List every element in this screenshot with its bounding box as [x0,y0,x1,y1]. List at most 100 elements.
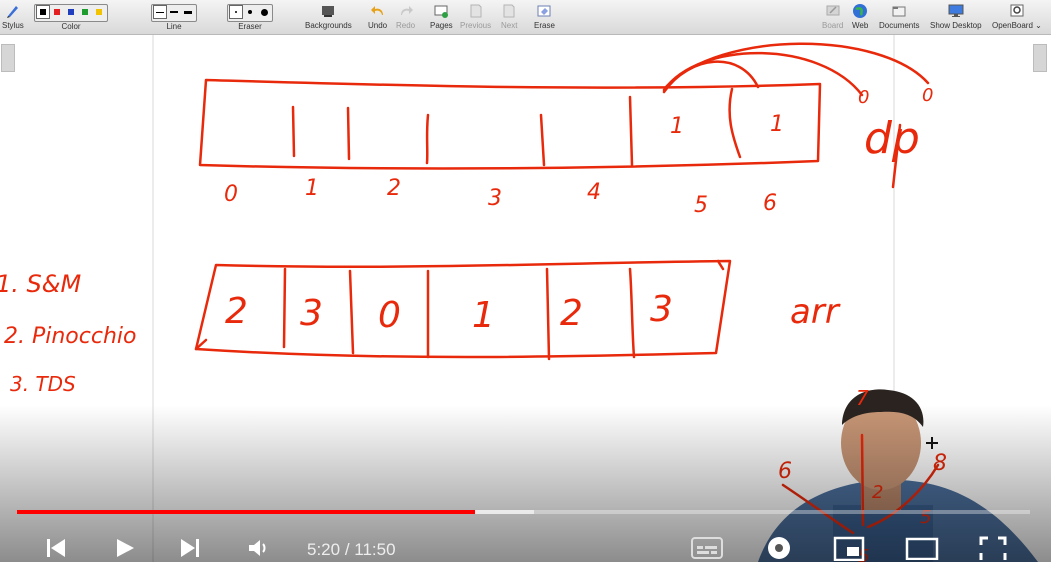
time-display: 5:20 / 11:50 [307,540,396,560]
subtitles-button[interactable] [690,534,724,562]
arr-value-1: 3 [300,293,323,334]
board-label: Board [822,21,844,30]
previous-button[interactable]: Previous [460,1,491,33]
stylus-label: Stylus [2,21,24,30]
next-video-button[interactable] [176,534,204,562]
next-button[interactable]: Next [501,1,517,33]
line-medium-option[interactable] [168,6,180,18]
monitor-icon [948,3,964,19]
duration: 11:50 [354,540,396,559]
arr-value-2: 0 [378,295,401,336]
globe-icon [852,3,868,19]
erase-label: Erase [534,21,555,30]
board-icon [825,3,841,19]
color-swatch-red[interactable] [51,6,63,18]
arr-value-0: 2 [225,291,248,332]
board-button[interactable]: Board [822,1,843,33]
dp-cell-5-value: 1 [670,114,684,139]
play-button[interactable] [110,534,138,562]
dp-index-4: 4 [587,180,601,205]
documents-button[interactable]: Documents [879,1,919,33]
settings-button[interactable] [763,534,795,562]
eraser-large-option[interactable] [258,6,270,18]
next-label: Next [501,21,518,30]
dp-cell-divider [628,95,634,167]
list-item-2: 2. Pinocchio [4,324,136,349]
arr-cell-divider [628,267,636,359]
openboard-label: OpenBoard ⌄ [992,21,1042,30]
dp-cell-divider [539,113,546,167]
pages-button[interactable]: Pages [430,1,453,33]
skip-previous-icon [47,539,65,557]
dp-arrow-target-7: 0 [858,87,869,108]
line-width-options [151,4,197,22]
dp-index-6: 6 [763,191,777,216]
color-swatches [34,4,108,22]
undo-button[interactable]: Undo [368,1,387,33]
dp-cell-divider [728,87,742,159]
arr-value-4: 2 [560,293,583,334]
arr-value-3: 1 [472,295,495,336]
dp-cell-6-value: 1 [770,112,784,137]
whiteboard-canvas[interactable]: 0 1 2 3 4 5 6 1 1 0 0 dp 2 3 0 1 2 3 arr… [0,35,1051,562]
dp-arrow-target-8: 0 [922,85,933,106]
arr-cell-divider [282,267,287,349]
miniplayer-icon [833,536,865,561]
arr-cell-divider [545,267,551,361]
previous-label: Previous [460,21,492,30]
undo-icon [370,3,386,19]
miniplayer-button[interactable] [832,534,866,562]
dp-cell-divider [291,105,296,158]
undo-label: Undo [368,21,388,30]
dp-arrow [662,51,864,97]
openboard-menu-button[interactable]: OpenBoard ⌄ [992,1,1042,33]
video-progress-bar[interactable] [17,510,1030,514]
web-button[interactable]: Web [852,1,868,33]
documents-label: Documents [879,21,920,30]
pages-label: Pages [430,21,453,30]
settings-gear-icon [768,537,790,559]
fullscreen-button[interactable] [976,534,1010,562]
redo-icon [398,3,414,19]
list-item-1: 1. S&M [0,270,81,298]
dp-cell-divider [425,113,430,165]
dp-index-5: 5 [694,193,708,218]
skip-next-icon [181,539,199,557]
eraser-medium-option[interactable] [244,6,256,18]
stylus-tool[interactable]: Stylus [2,1,24,33]
line-thin-option[interactable] [153,5,167,19]
color-swatch-yellow[interactable] [93,6,105,18]
color-swatch-blue[interactable] [65,6,77,18]
dp-cell-divider [346,106,351,161]
eraser-size-options [227,4,273,22]
theater-mode-icon [905,537,939,560]
fullscreen-icon [979,536,1007,560]
show-desktop-button[interactable]: Show Desktop [930,1,982,33]
volume-icon [249,540,266,556]
redo-label: Redo [396,21,416,30]
list-item-3: 3. TDS [10,372,76,396]
dp-index-2: 2 [387,176,401,201]
erase-button[interactable]: Erase [534,1,555,33]
previous-video-button[interactable] [42,534,70,562]
mute-button[interactable] [244,534,272,562]
eraser-small-option[interactable] [229,5,243,19]
eraser-label: Eraser [238,22,262,31]
redo-button[interactable]: Redo [396,1,415,33]
color-swatch-black[interactable] [36,5,50,19]
subtitles-icon [691,537,723,559]
erase-icon [536,3,552,19]
line-tool: Line [151,1,197,33]
played-bar [17,510,475,514]
dp-index-1: 1 [305,176,319,201]
eraser-tool: Eraser [227,1,273,33]
arr-value-5: 3 [650,289,673,330]
arr-array-label: arr [790,292,841,332]
pages-icon [433,3,449,19]
theater-mode-button[interactable] [904,534,940,562]
backgrounds-button[interactable]: Backgrounds [305,1,352,33]
line-thick-option[interactable] [182,6,194,18]
stylus-icon [5,3,21,19]
color-swatch-green[interactable] [79,6,91,18]
web-label: Web [852,21,869,30]
